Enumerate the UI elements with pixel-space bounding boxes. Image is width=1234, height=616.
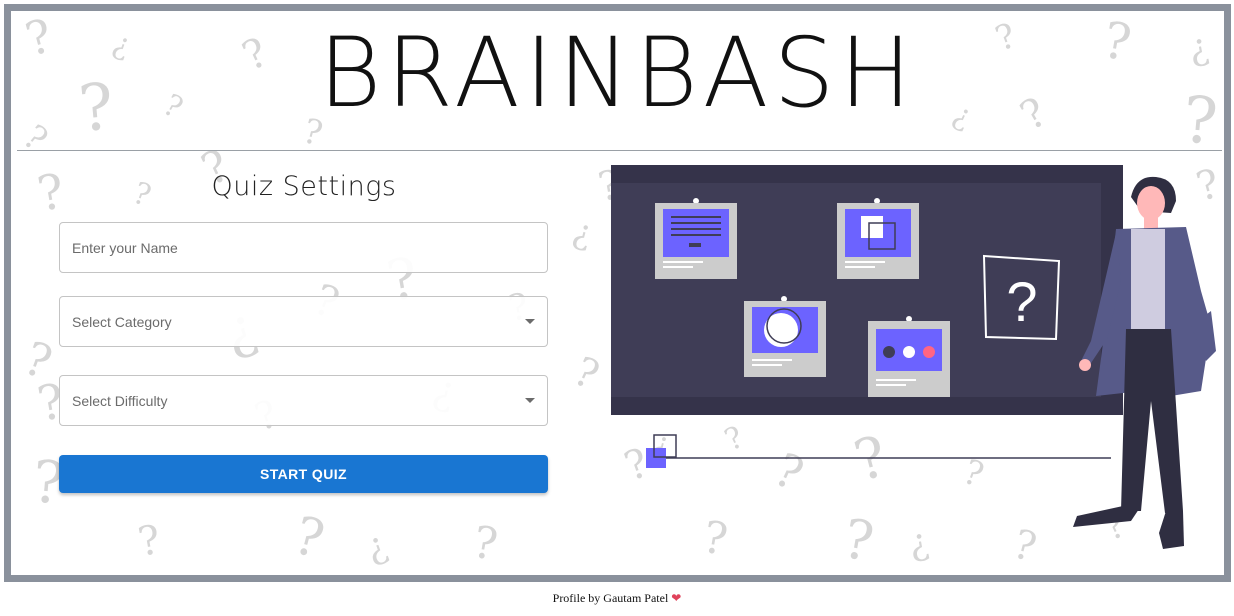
document-card <box>655 198 737 279</box>
page-frame: ? ¿ ? ? ? ? ? ? ? ¿ ? ? ¿ ? ? ? ? ? ? ? … <box>4 4 1231 582</box>
heart-icon: ❤ <box>671 591 682 605</box>
svg-text:?: ? <box>135 517 164 566</box>
difficulty-select-label: Select Difficulty <box>72 392 168 409</box>
name-field[interactable] <box>59 222 548 273</box>
quiz-settings-panel: Quiz Settings Select Category Select Dif… <box>59 171 549 493</box>
chevron-down-icon <box>525 398 535 403</box>
svg-text:?: ? <box>288 506 330 571</box>
board <box>611 165 1123 415</box>
app-title: BRAINBASH <box>318 17 917 129</box>
question-mark-text: ? <box>1006 270 1037 333</box>
svg-text:¿: ¿ <box>360 524 392 569</box>
svg-text:¿: ¿ <box>569 211 597 254</box>
settings-heading: Quiz Settings <box>211 171 397 202</box>
name-input[interactable] <box>72 239 535 256</box>
category-select[interactable]: Select Category <box>59 296 548 347</box>
category-select-label: Select Category <box>72 313 172 330</box>
svg-text:?: ? <box>567 348 606 399</box>
dots-card <box>868 316 950 397</box>
squares-card <box>837 198 919 279</box>
start-quiz-button[interactable]: START QUIZ <box>59 455 548 493</box>
footer: Profile by Gautam Patel ❤ <box>0 591 1234 606</box>
quiz-illustration: ? <box>611 165 1216 549</box>
svg-text:?: ? <box>469 517 501 571</box>
difficulty-select[interactable]: Select Difficulty <box>59 375 548 426</box>
circle-card <box>744 296 826 377</box>
footer-credit: Profile by Gautam Patel <box>552 591 669 605</box>
chevron-down-icon <box>525 319 535 324</box>
header-divider <box>17 150 1222 151</box>
